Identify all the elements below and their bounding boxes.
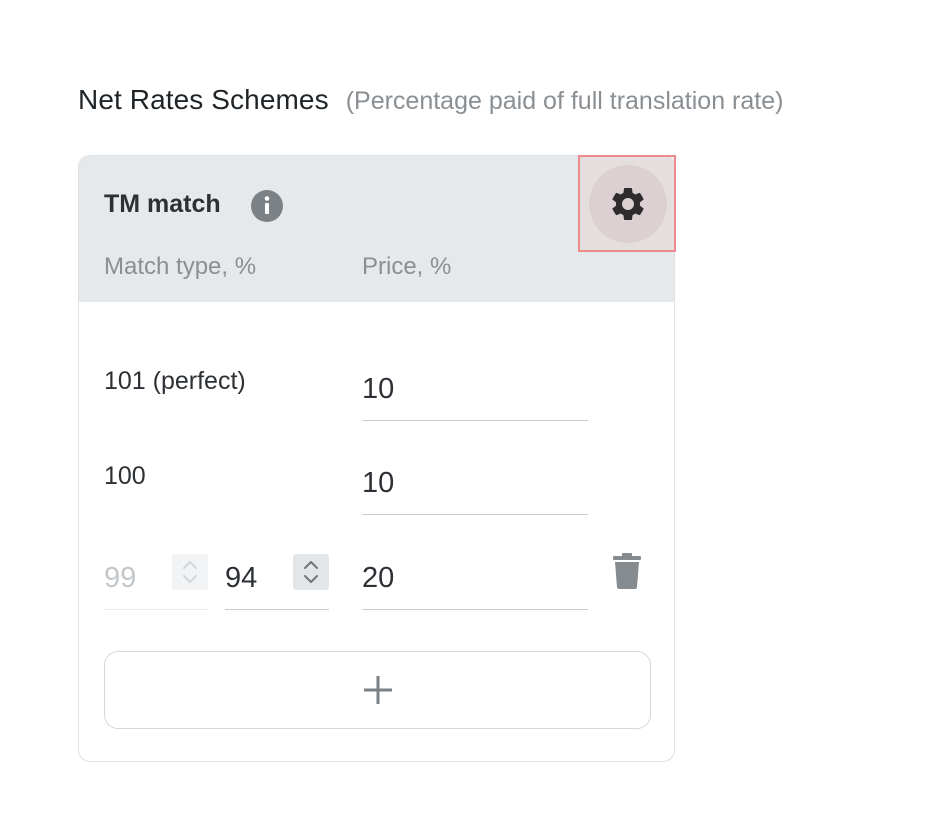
trash-icon[interactable] bbox=[612, 553, 642, 589]
plus-icon bbox=[364, 676, 392, 704]
gear-icon bbox=[612, 188, 644, 220]
range-from-value: 99 bbox=[104, 562, 137, 594]
settings-highlight bbox=[578, 155, 676, 252]
column-header-match-type: Match type, % bbox=[104, 253, 257, 280]
info-icon[interactable] bbox=[250, 189, 284, 223]
range-from-stepper bbox=[172, 554, 208, 590]
price-input[interactable]: 10 bbox=[362, 459, 588, 515]
add-row-button[interactable] bbox=[104, 651, 651, 729]
page: Net Rates Schemes (Percentage paid of fu… bbox=[0, 0, 942, 832]
range-to-value: 94 bbox=[225, 562, 258, 594]
range-to-stepper[interactable] bbox=[293, 554, 329, 590]
price-input[interactable]: 10 bbox=[362, 365, 588, 421]
price-input[interactable]: 20 bbox=[362, 554, 588, 610]
match-type-label: 101 (perfect) bbox=[104, 367, 246, 395]
section-title: Net Rates Schemes bbox=[78, 84, 329, 115]
column-header-price: Price, % bbox=[362, 253, 452, 280]
match-type-label: 100 bbox=[104, 462, 146, 490]
section-subtitle: (Percentage paid of full translation rat… bbox=[345, 87, 784, 115]
card-title: TM match bbox=[104, 190, 221, 218]
range-to-input[interactable]: 94 bbox=[225, 554, 329, 610]
section-heading: Net Rates Schemes (Percentage paid of fu… bbox=[78, 84, 783, 116]
settings-button[interactable] bbox=[589, 165, 667, 243]
range-from-input: 99 bbox=[104, 554, 208, 610]
